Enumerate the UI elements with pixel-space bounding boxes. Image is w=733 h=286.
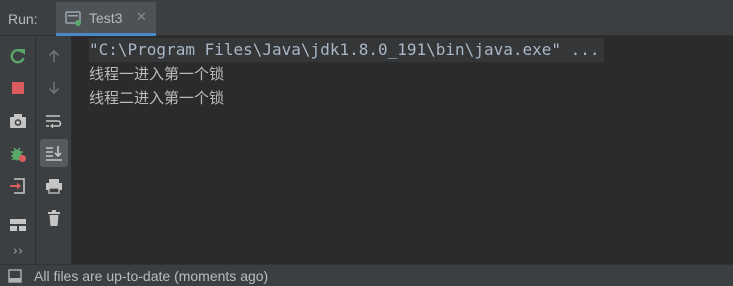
- console-toolbar: [36, 36, 72, 264]
- debug-bug-icon[interactable]: [5, 141, 31, 167]
- tab-title: Test3: [89, 10, 123, 26]
- run-config-icon: [65, 11, 81, 26]
- run-tab-bar: Run: Test3 ✕: [0, 2, 733, 36]
- rerun-icon[interactable]: [5, 43, 31, 69]
- console-command-line: "C:\Program Files\Java\jdk1.8.0_191\bin\…: [89, 38, 604, 62]
- up-arrow-icon[interactable]: [41, 43, 67, 69]
- down-arrow-icon[interactable]: [41, 75, 67, 101]
- trash-icon[interactable]: [41, 205, 67, 231]
- console-output[interactable]: "C:\Program Files\Java\jdk1.8.0_191\bin\…: [72, 36, 733, 264]
- stop-icon[interactable]: [5, 75, 31, 101]
- close-icon[interactable]: ✕: [136, 10, 147, 25]
- camera-icon[interactable]: [5, 108, 31, 134]
- soft-wrap-icon[interactable]: [41, 108, 67, 134]
- scroll-to-end-icon[interactable]: [40, 139, 68, 167]
- window-layout-icon[interactable]: [8, 269, 22, 283]
- more-actions-icon[interactable]: ››: [5, 238, 31, 264]
- more-chevron: ››: [12, 243, 24, 259]
- status-bar: All files are up-to-date (moments ago): [0, 264, 733, 286]
- run-panel-label: Run:: [8, 11, 38, 27]
- exit-icon[interactable]: [5, 173, 31, 199]
- layout-icon[interactable]: [5, 212, 31, 238]
- run-actions-toolbar: ››: [0, 36, 36, 264]
- print-icon[interactable]: [41, 173, 67, 199]
- tab-test3[interactable]: Test3 ✕: [56, 2, 156, 36]
- console-output-line: 线程二进入第一个锁: [89, 89, 225, 107]
- status-message: All files are up-to-date (moments ago): [34, 268, 269, 284]
- console-output-line: 线程一进入第一个锁: [89, 65, 225, 83]
